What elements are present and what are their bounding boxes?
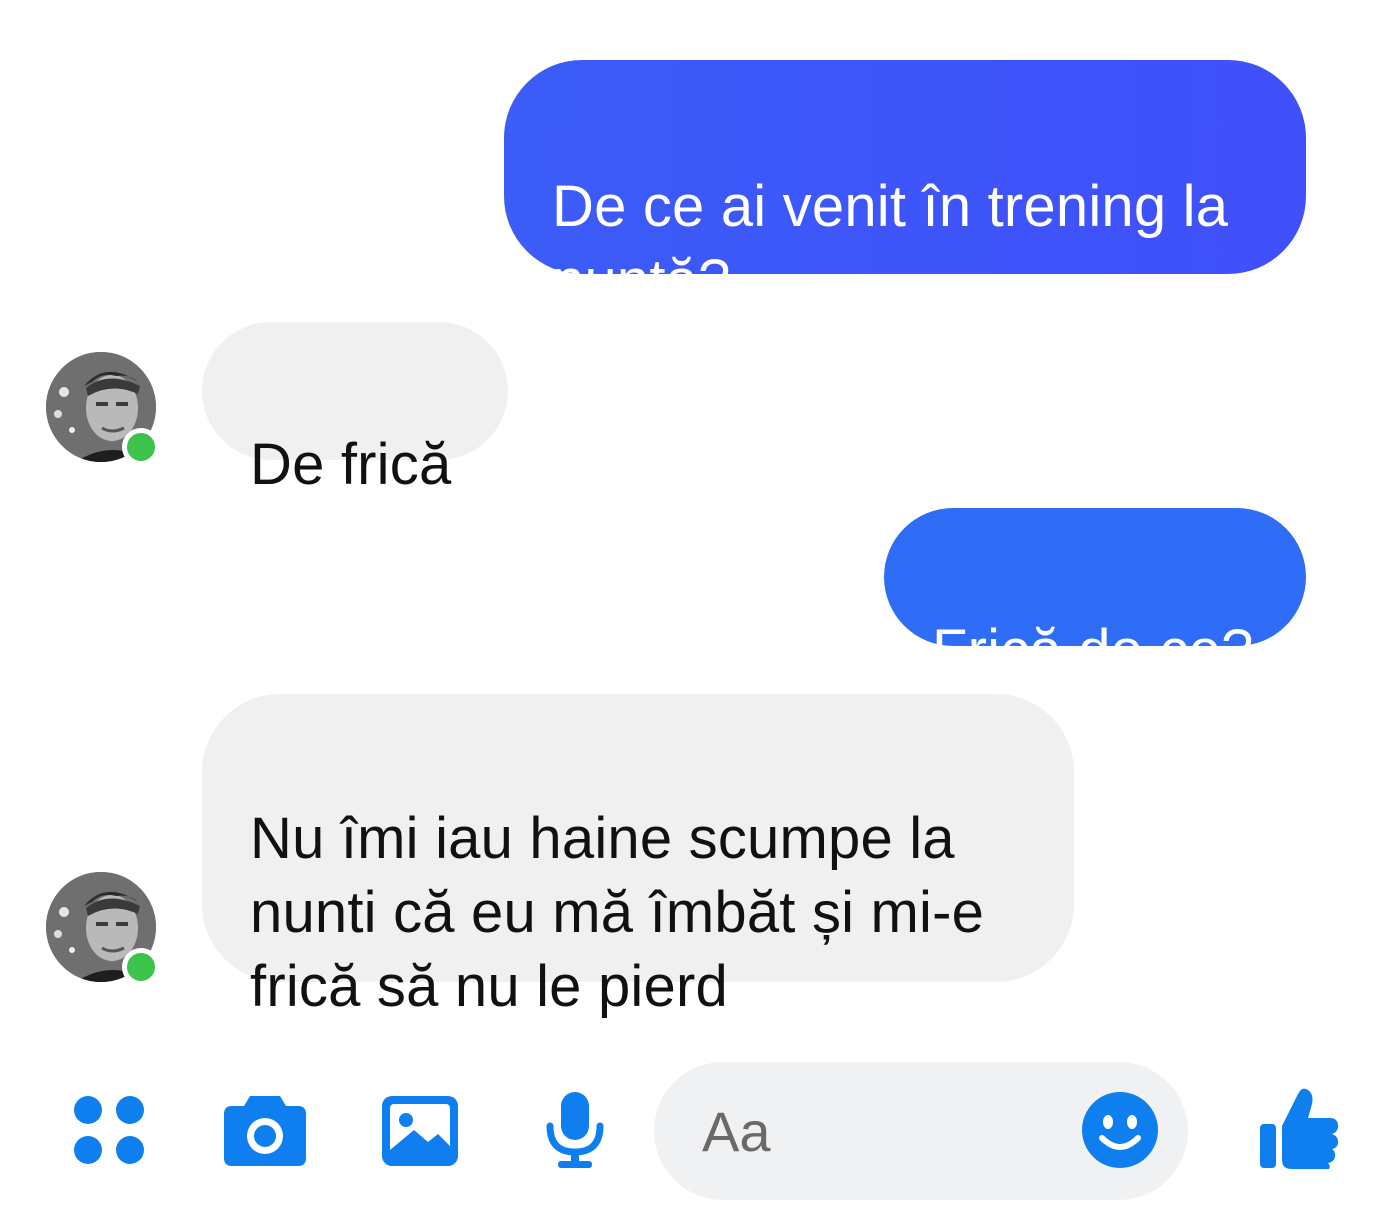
sent-message-bubble[interactable]: Frică de ce? (884, 508, 1306, 683)
thumbs-up-icon[interactable] (1258, 1086, 1340, 1175)
online-status-badge (122, 948, 160, 986)
message-text: De ce ai venit în trening la nuntă? (552, 174, 1229, 313)
message-input[interactable]: Aa (654, 1062, 1188, 1200)
received-message-bubble[interactable]: De frică (202, 322, 508, 497)
message-text: De frică (250, 432, 452, 497)
message-input-placeholder: Aa (702, 1100, 771, 1163)
sent-message-bubble[interactable]: De ce ai venit în trening la nuntă? (504, 60, 1306, 313)
camera-icon[interactable] (222, 1092, 308, 1173)
received-message-bubble[interactable]: Nu îmi iau haine scumpe la nunti că eu m… (202, 694, 1074, 1019)
gallery-icon[interactable] (380, 1094, 460, 1173)
apps-grid-icon[interactable] (72, 1094, 148, 1175)
microphone-icon[interactable] (544, 1090, 606, 1175)
smiley-icon[interactable] (1080, 1090, 1160, 1175)
contact-avatar[interactable] (46, 352, 160, 466)
online-status-badge (122, 428, 160, 466)
contact-avatar[interactable] (46, 872, 160, 986)
message-text: Nu îmi iau haine scumpe la nunti că eu m… (250, 806, 985, 1019)
message-text: Frică de ce? (932, 618, 1254, 683)
